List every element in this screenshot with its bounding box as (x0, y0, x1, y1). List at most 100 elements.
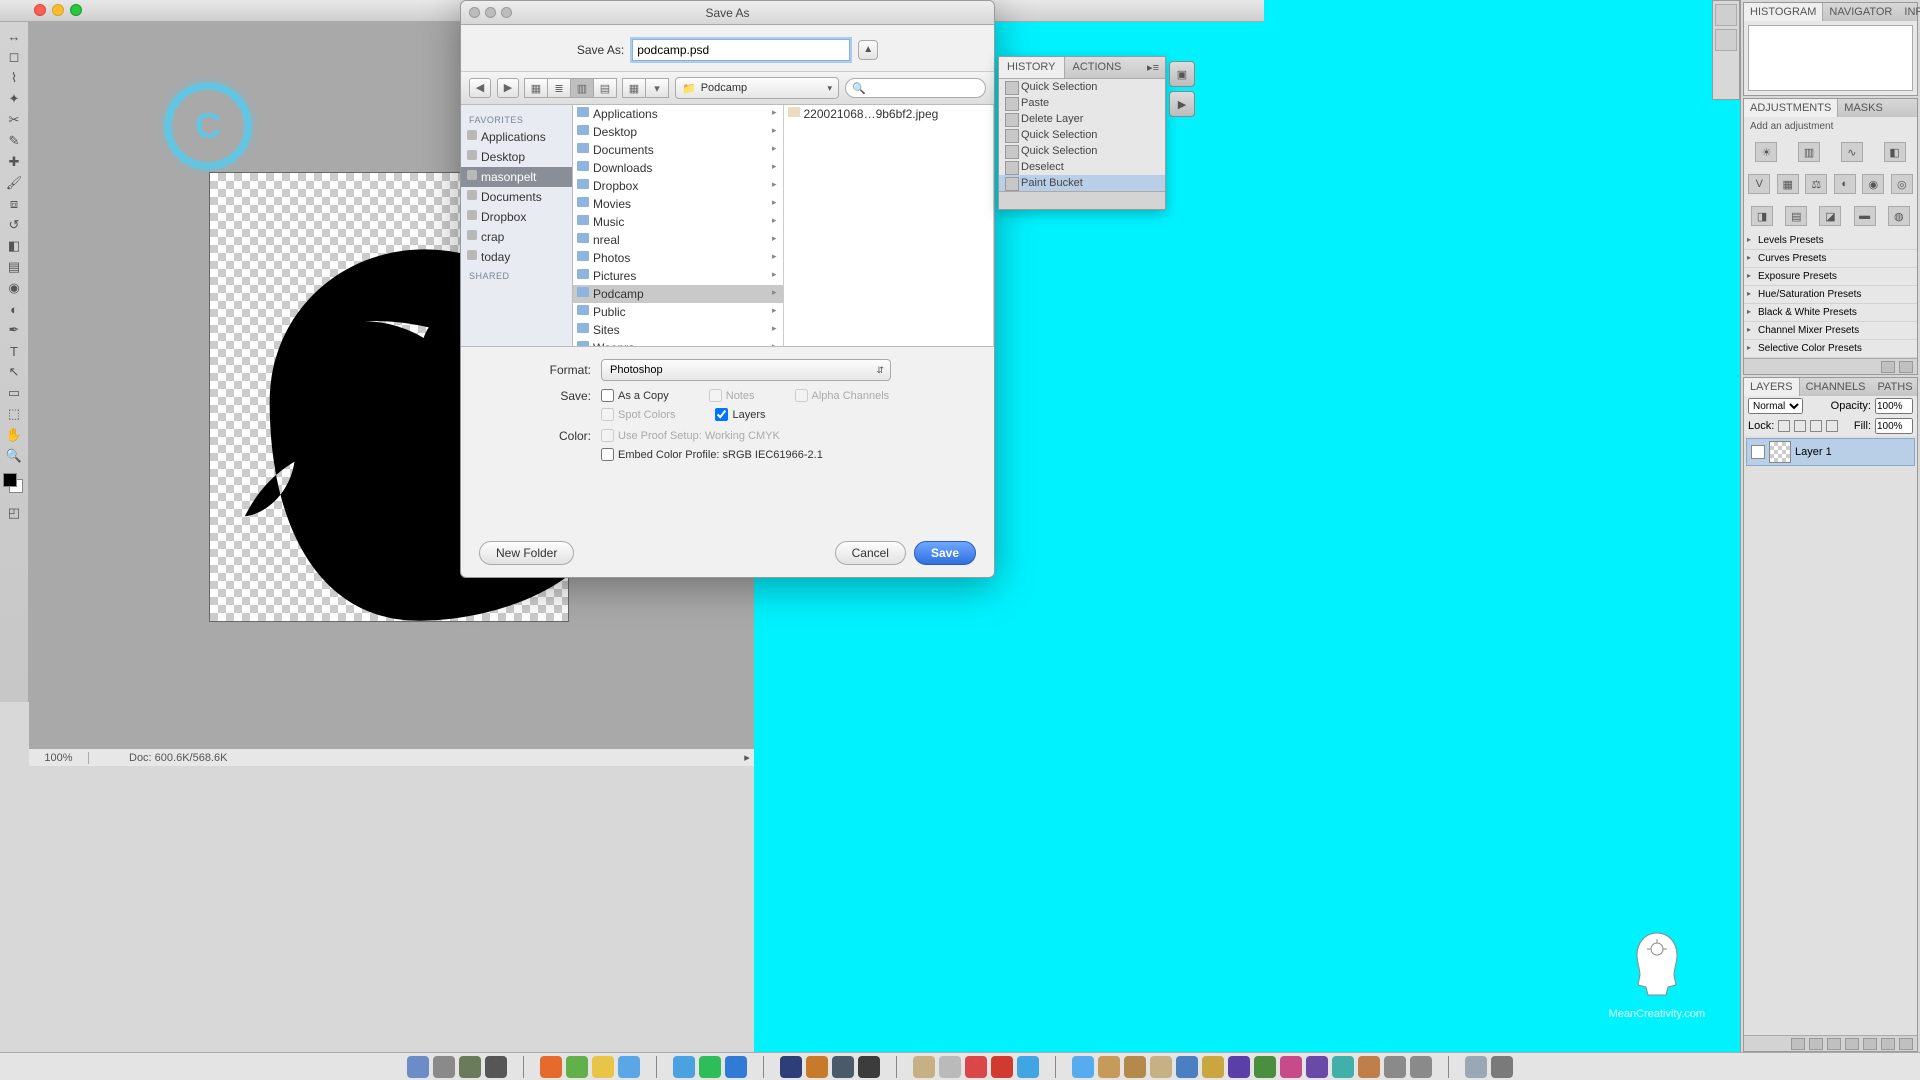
collapsed-panel-icon[interactable] (1715, 29, 1737, 51)
eyedropper-tool[interactable]: ✎ (2, 131, 26, 151)
back-button[interactable]: ◀ (469, 78, 491, 98)
chk-layers[interactable]: Layers (715, 408, 765, 421)
history-item[interactable]: Delete Layer (999, 111, 1165, 127)
hand-tool[interactable]: ✋ (2, 425, 26, 445)
dock-app[interactable] (407, 1056, 429, 1078)
tab-history[interactable]: HISTORY (999, 57, 1065, 78)
pen-tool[interactable]: ✒ (2, 320, 26, 340)
arrange-button[interactable]: ▦ (622, 78, 646, 98)
dock-app[interactable] (913, 1056, 935, 1078)
heal-tool[interactable]: ✚ (2, 152, 26, 172)
zoom-icon[interactable] (70, 4, 82, 16)
tab-actions[interactable]: ACTIONS (1065, 57, 1130, 78)
panel-collapse-strip[interactable] (1712, 0, 1740, 100)
history-item[interactable]: Quick Selection (999, 79, 1165, 95)
layer-name[interactable]: Layer 1 (1795, 446, 1832, 458)
levels-icon[interactable]: ▥ (1798, 142, 1820, 162)
preset-item[interactable]: Black & White Presets (1744, 304, 1917, 322)
blend-mode-select[interactable]: Normal (1748, 398, 1803, 414)
minimize-icon[interactable] (52, 4, 64, 16)
dock-app[interactable] (1465, 1056, 1487, 1078)
folder-row[interactable]: Dropbox (573, 177, 783, 195)
vibrance-icon[interactable]: V (1748, 174, 1770, 194)
dock-app[interactable] (699, 1056, 721, 1078)
folder-row[interactable]: Desktop (573, 123, 783, 141)
type-tool[interactable]: T (2, 341, 26, 361)
adjust-icon[interactable] (1845, 1038, 1859, 1050)
history-item[interactable]: Deselect (999, 159, 1165, 175)
history-item[interactable]: Paint Bucket (999, 175, 1165, 191)
sidebar-item[interactable]: today (461, 247, 572, 267)
dock-app[interactable] (939, 1056, 961, 1078)
fx-icon[interactable] (1809, 1038, 1823, 1050)
dock-app[interactable] (1358, 1056, 1380, 1078)
lock-position-icon[interactable] (1810, 420, 1822, 432)
photo-filter-icon[interactable]: ◉ (1862, 174, 1884, 194)
dock-app[interactable] (780, 1056, 802, 1078)
tab-paths[interactable]: PATHS (1872, 378, 1919, 396)
dock-app[interactable] (592, 1056, 614, 1078)
forward-button[interactable]: ▶ (497, 78, 519, 98)
sidebar-item[interactable]: Documents (461, 187, 572, 207)
selective-icon[interactable]: ◍ (1888, 206, 1910, 226)
sidebar-item[interactable]: masonpelt (461, 167, 572, 187)
curves-icon[interactable]: ∿ (1841, 142, 1863, 162)
folder-row[interactable]: Public (573, 303, 783, 321)
preset-item[interactable]: Curves Presets (1744, 250, 1917, 268)
mixer-icon[interactable]: ◎ (1891, 174, 1913, 194)
opacity-input[interactable] (1875, 398, 1913, 414)
folder-row[interactable]: Downloads (573, 159, 783, 177)
folder-row[interactable]: Pictures (573, 267, 783, 285)
sidebar-item[interactable]: Desktop (461, 147, 572, 167)
gradient-map-icon[interactable]: ▬ (1854, 206, 1876, 226)
history-item[interactable]: Paste (999, 95, 1165, 111)
lock-transparent-icon[interactable] (1778, 420, 1790, 432)
column-view[interactable]: ▥ (570, 78, 594, 98)
folder-row[interactable]: Sites (573, 321, 783, 339)
dock-app[interactable] (485, 1056, 507, 1078)
icon-view[interactable]: ▦ (524, 78, 548, 98)
layer-thumb[interactable] (1769, 441, 1791, 463)
layer-row[interactable]: Layer 1 (1746, 438, 1915, 466)
window-controls[interactable] (34, 4, 82, 16)
folder-row[interactable]: nreal (573, 231, 783, 249)
folder-row[interactable]: Movies (573, 195, 783, 213)
file-column-1[interactable]: ApplicationsDesktopDocumentsDownloadsDro… (573, 105, 784, 346)
folder-row[interactable]: Photos (573, 249, 783, 267)
preset-item[interactable]: Channel Mixer Presets (1744, 322, 1917, 340)
dock-app[interactable] (1384, 1056, 1406, 1078)
dock-app[interactable] (540, 1056, 562, 1078)
sidebar-item[interactable]: Dropbox (461, 207, 572, 227)
folder-row[interactable]: Music (573, 213, 783, 231)
brightness-icon[interactable]: ☀ (1755, 142, 1777, 162)
new-folder-button[interactable]: New Folder (479, 541, 574, 565)
dock-app[interactable] (1306, 1056, 1328, 1078)
dock-app[interactable] (1202, 1056, 1224, 1078)
dock-app[interactable] (806, 1056, 828, 1078)
dock-app[interactable] (832, 1056, 854, 1078)
move-tool[interactable]: ↔ (2, 26, 26, 46)
dock-app[interactable] (1228, 1056, 1250, 1078)
group-icon[interactable] (1863, 1038, 1877, 1050)
bw-icon[interactable]: ◐ (1834, 174, 1856, 194)
adj-foot-icon[interactable] (1881, 361, 1895, 373)
path-tool[interactable]: ↖ (2, 362, 26, 382)
preset-item[interactable]: Selective Color Presets (1744, 340, 1917, 358)
tab-masks[interactable]: MASKS (1838, 99, 1889, 117)
history-item[interactable]: Quick Selection (999, 143, 1165, 159)
lasso-tool[interactable]: ⌇ (2, 68, 26, 88)
dock-app[interactable] (991, 1056, 1013, 1078)
preset-item[interactable]: Hue/Saturation Presets (1744, 286, 1917, 304)
trash-icon[interactable] (1899, 1038, 1913, 1050)
path-popup[interactable]: 📁 Podcamp ▾ (675, 77, 839, 99)
quick-mask-icon[interactable]: ◰ (2, 503, 26, 523)
tab-adjustments[interactable]: ADJUSTMENTS (1744, 99, 1838, 117)
preset-item[interactable]: Exposure Presets (1744, 268, 1917, 286)
panel-dock-icon-2[interactable]: ▶ (1169, 91, 1195, 117)
folder-row[interactable]: Podcamp (573, 285, 783, 303)
dock-app[interactable] (1150, 1056, 1172, 1078)
posterize-icon[interactable]: ▤ (1785, 206, 1807, 226)
dock-app[interactable] (1491, 1056, 1513, 1078)
hue-icon[interactable]: ▦ (1777, 174, 1799, 194)
dock-app[interactable] (725, 1056, 747, 1078)
